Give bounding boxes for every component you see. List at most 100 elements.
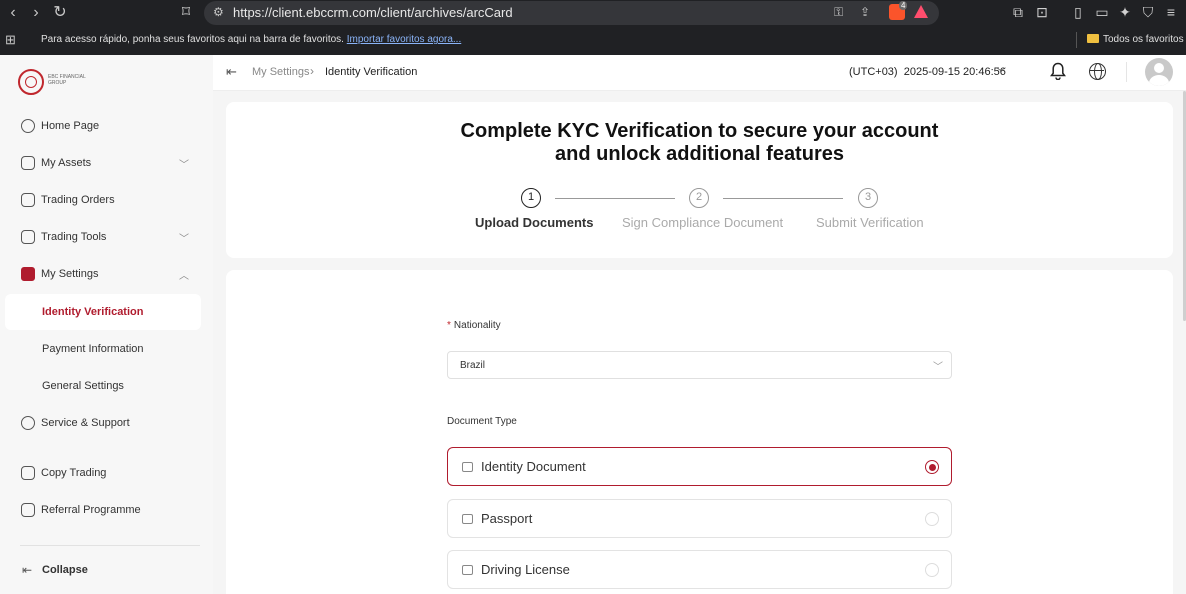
id-card-icon xyxy=(462,462,473,472)
leo-ai-icon[interactable]: ✦ xyxy=(1116,4,1134,21)
collapse-label: Collapse xyxy=(42,564,88,576)
sidebar-item-home-page[interactable]: Home Page xyxy=(0,112,213,142)
url-text[interactable]: https://client.ebccrm.com/client/archive… xyxy=(233,5,513,20)
tools-icon xyxy=(21,230,35,244)
datetime: 2025-09-15 20:46:56 xyxy=(903,66,1006,78)
document-option-label: Identity Document xyxy=(481,459,586,474)
timezone-datetime[interactable]: (UTC+03) 2025-09-15 20:46:56 xyxy=(849,66,1006,78)
nationality-select[interactable]: Brazil ﹀ xyxy=(447,351,952,379)
chevron-down-icon: ﹀ xyxy=(179,234,189,245)
menu-fold-icon[interactable]: ⇤ xyxy=(226,64,237,80)
breadcrumb-current: Identity Verification xyxy=(325,66,418,78)
sidebar-item-service-support[interactable]: Service & Support xyxy=(0,409,213,439)
sidebar-item-trading-tools[interactable]: Trading Tools ﹀ xyxy=(0,223,213,253)
password-key-icon[interactable]: ⚿ xyxy=(834,5,843,20)
timezone: (UTC+03) xyxy=(849,66,898,78)
breadcrumb-separator-icon: › xyxy=(310,64,314,78)
sidebar-item-referral-programme[interactable]: Referral Programme xyxy=(0,496,213,526)
all-favorites-folder[interactable]: Todos os favoritos xyxy=(1087,34,1184,45)
required-marker: * xyxy=(447,320,451,331)
title-line-2: and unlock additional features xyxy=(555,143,844,165)
collapse-button[interactable]: ⇤ Collapse xyxy=(0,558,213,584)
nationality-label: * Nationality xyxy=(447,320,501,331)
step-connector-2 xyxy=(723,198,843,199)
menu-icon[interactable]: ≡ xyxy=(1162,4,1180,20)
wallet-icon[interactable]: ▭ xyxy=(1093,4,1111,21)
bookmark-icon[interactable]: ⌑ xyxy=(176,3,196,23)
ebc-logo-icon[interactable] xyxy=(18,69,44,95)
all-favorites-label: Todos os favoritos xyxy=(1103,34,1184,45)
apps-grid-icon[interactable]: ⊞ xyxy=(5,32,16,48)
sidebar-item-trading-orders[interactable]: Trading Orders xyxy=(0,186,213,216)
language-globe-icon[interactable] xyxy=(1089,63,1106,80)
document-option-driving-license[interactable]: Driving License xyxy=(447,550,952,589)
document-radio-selected[interactable] xyxy=(925,460,939,474)
sidebar-item-label: My Assets xyxy=(41,157,92,169)
chevron-up-icon: ︿ xyxy=(179,271,189,282)
sidebar: EBC FINANCIAL GROUP Home Page My Assets … xyxy=(0,55,213,594)
sidebar-subitem-label: Identity Verification xyxy=(42,306,144,318)
kyc-form-card: * Nationality Brazil ﹀ Document Type Iden… xyxy=(226,270,1173,594)
browser-toolbar: ‹ › ↻ ⌑ ⚙ https://client.ebccrm.com/clie… xyxy=(0,0,1186,26)
driving-license-icon xyxy=(462,565,473,575)
sidebar-subitem-identity-verification[interactable]: Identity Verification xyxy=(5,294,201,330)
step-connector-1 xyxy=(555,198,675,199)
sidebar-item-copy-trading[interactable]: Copy Trading xyxy=(0,459,213,489)
sidebar-item-label: Service & Support xyxy=(41,417,130,429)
logo-inner-ring xyxy=(25,76,37,88)
step-3-circle: 3 xyxy=(858,188,878,208)
chevron-down-icon: ﹀ xyxy=(179,160,189,171)
sidebar-subitem-general-settings[interactable]: General Settings xyxy=(5,368,201,404)
folder-icon xyxy=(1087,34,1099,43)
import-bookmarks-link[interactable]: Importar favoritos agora... xyxy=(347,34,462,45)
page-title: Complete KYC Verification to secure your… xyxy=(226,120,1173,166)
share-icon[interactable]: ⇪ xyxy=(860,5,870,19)
sidebar-item-my-settings[interactable]: My Settings ︿ xyxy=(0,260,213,290)
home-icon xyxy=(21,119,35,133)
step-2-label: Sign Compliance Document xyxy=(622,215,784,230)
document-type-label: Document Type xyxy=(447,416,517,427)
orders-icon xyxy=(21,193,35,207)
sidebar-item-label: Trading Tools xyxy=(41,231,107,243)
document-option-label: Passport xyxy=(481,511,533,526)
sidebar-toggle-icon[interactable]: ▯ xyxy=(1069,4,1087,21)
back-icon[interactable]: ‹ xyxy=(3,3,23,23)
sidebar-item-label: My Settings xyxy=(41,268,99,280)
document-option-identity-document[interactable]: Identity Document xyxy=(447,447,952,486)
chevron-down-icon[interactable]: ﹀ xyxy=(996,64,1006,79)
brave-rewards-icon[interactable] xyxy=(914,5,928,18)
step-1-label: Upload Documents xyxy=(475,215,594,230)
sidebar-divider xyxy=(20,545,200,546)
extensions-icon[interactable]: ⧉ xyxy=(1009,4,1027,21)
nationality-value: Brazil xyxy=(460,360,486,371)
forward-icon[interactable]: › xyxy=(26,3,46,23)
document-option-label: Driving License xyxy=(481,562,570,577)
header-divider xyxy=(1126,62,1127,82)
nationality-label-text: Nationality xyxy=(453,320,501,331)
top-header: ⇤ My Settings › Identity Verification (U… xyxy=(213,55,1186,91)
sidebar-item-label: Copy Trading xyxy=(41,467,107,479)
sidebar-item-label: Home Page xyxy=(41,120,100,132)
kyc-progress-card: Complete KYC Verification to secure your… xyxy=(226,102,1173,258)
avatar[interactable] xyxy=(1145,58,1173,86)
referral-icon xyxy=(21,503,35,517)
document-radio[interactable] xyxy=(925,563,939,577)
sidebar-subitem-label: General Settings xyxy=(42,380,124,392)
reload-icon[interactable]: ↻ xyxy=(50,3,70,23)
browser-chrome: ‹ › ↻ ⌑ ⚙ https://client.ebccrm.com/clie… xyxy=(0,0,1186,55)
collapse-icon: ⇤ xyxy=(22,563,33,577)
screenshot-icon[interactable]: ⊡ xyxy=(1033,4,1051,21)
address-bar[interactable]: ⚙ https://client.ebccrm.com/client/archi… xyxy=(204,1,939,25)
copy-trading-icon xyxy=(21,466,35,480)
vpn-icon[interactable]: ⛉ xyxy=(1139,4,1157,21)
document-option-passport[interactable]: Passport xyxy=(447,499,952,538)
sidebar-subitem-payment-information[interactable]: Payment Information xyxy=(5,331,201,367)
site-info-icon[interactable]: ⚙ xyxy=(213,5,224,19)
sidebar-item-my-assets[interactable]: My Assets ﹀ xyxy=(0,149,213,179)
bell-icon[interactable] xyxy=(1050,62,1066,80)
bookmarks-divider xyxy=(1076,32,1077,48)
step-3-label: Submit Verification xyxy=(816,215,924,230)
support-icon xyxy=(21,416,35,430)
breadcrumb-parent[interactable]: My Settings xyxy=(252,66,309,78)
document-radio[interactable] xyxy=(925,512,939,526)
